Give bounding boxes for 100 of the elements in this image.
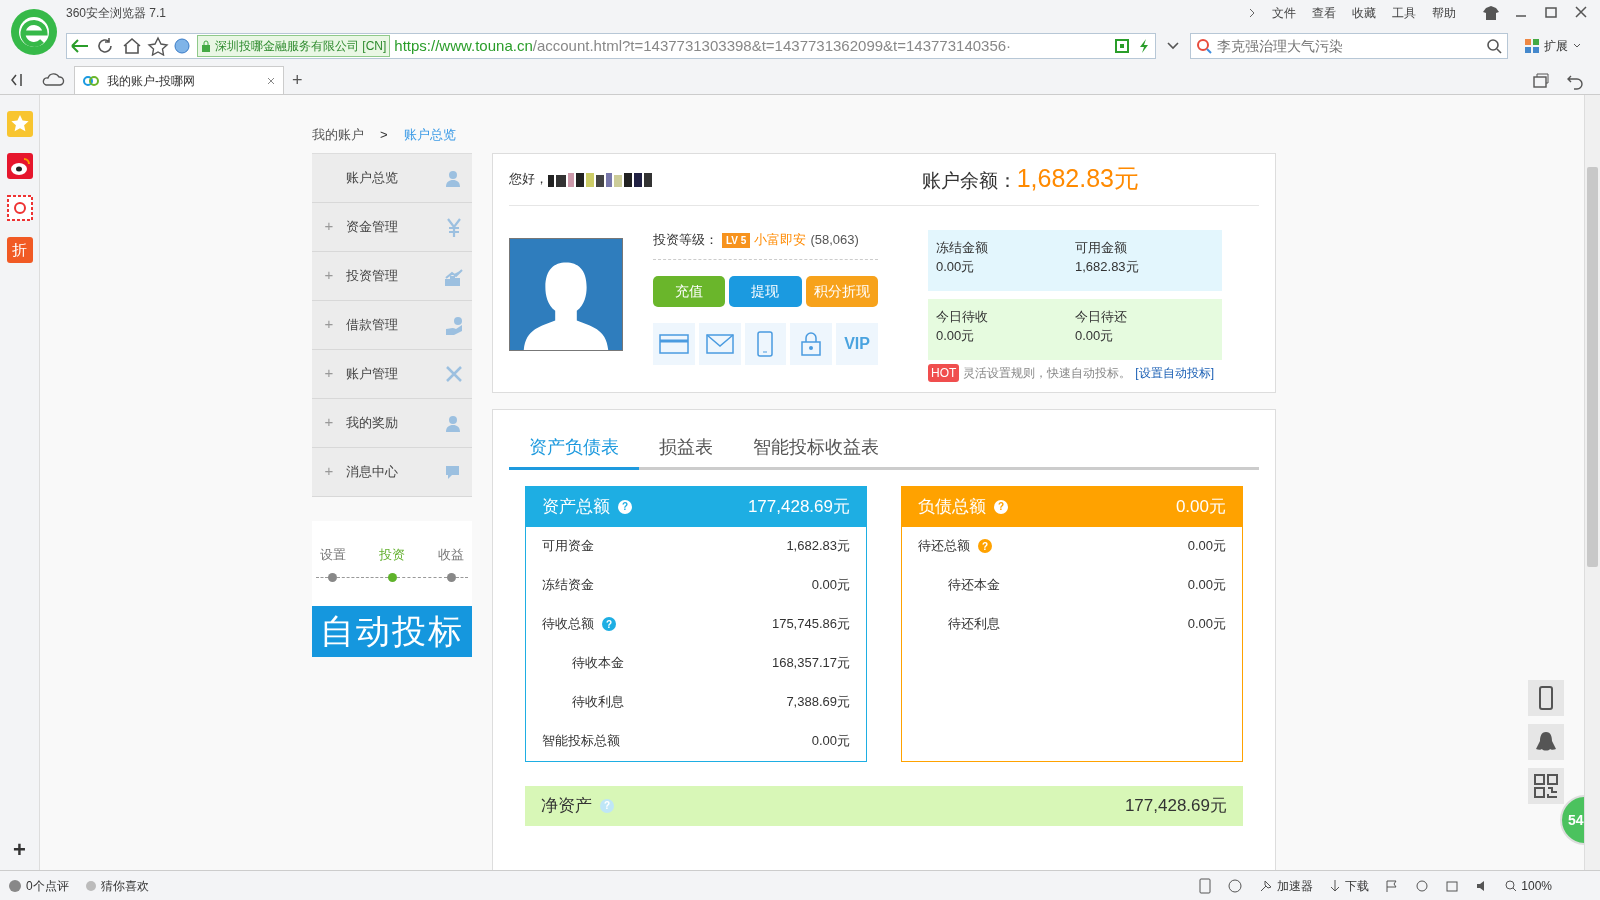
menu-item[interactable]: + 借款管理 [312, 300, 472, 350]
stat-label: 冻结金额 [936, 238, 989, 257]
pin-icon [1259, 878, 1274, 893]
qr-icon[interactable] [1115, 39, 1129, 53]
yen-icon [444, 216, 464, 237]
accelerator-button[interactable]: 加速器 [1259, 876, 1314, 895]
stat-value: 0.00元 [936, 327, 976, 345]
menu-item[interactable]: 帮助 [1432, 4, 1456, 22]
net-assets-label: 净资产 [541, 794, 592, 817]
menu-label: 资金管理 [346, 217, 398, 236]
breadcrumb-separator: > [380, 126, 388, 144]
row-value: 0.00元 [1187, 615, 1226, 634]
row-label: 可用资金 [542, 537, 594, 556]
report-tab[interactable]: 损益表 [639, 433, 733, 470]
report-tab[interactable]: 智能投标收益表 [733, 433, 899, 470]
menu-item[interactable]: 查看 [1312, 4, 1336, 22]
expand-sign: + [323, 216, 335, 237]
download-icon [1329, 878, 1342, 893]
row-label: 待收利息 [572, 693, 624, 712]
stat-label: 今日待还 [1075, 307, 1128, 326]
menu-item[interactable]: + 消息中心 [312, 447, 472, 497]
download-button[interactable]: 下载 [1329, 876, 1370, 895]
balance-label: 账户余额： [921, 169, 1017, 194]
menu-item[interactable]: 账户总览 [312, 153, 472, 203]
browser-tab[interactable]: 我的账户-投哪网 [74, 66, 284, 94]
expand-sign: + [323, 363, 335, 384]
window-icon[interactable] [1445, 878, 1460, 893]
window-icon[interactable] [1532, 72, 1550, 90]
envelope-icon[interactable] [698, 322, 741, 365]
zoom-button[interactable]: 100% [1505, 876, 1552, 895]
breadcrumb-link[interactable]: 我的账户 [312, 125, 364, 145]
hint-text: 灵活设置规则，快速自动投标。 [963, 364, 1132, 382]
search-input[interactable]: 李克强治理大气污染 [1215, 34, 1485, 58]
menu-label: 借款管理 [346, 315, 398, 334]
menu-item[interactable]: + 投资管理 [312, 251, 472, 301]
row-label: 待收总额 [542, 615, 594, 634]
extensions-button[interactable]: 扩展 [1524, 37, 1582, 55]
menu-item[interactable]: + 资金管理 [312, 202, 472, 252]
search-field[interactable]: 李克强治理大气污染 [1190, 33, 1508, 59]
star-icon[interactable] [145, 36, 171, 56]
balance-amount: 1,682.83元 [1016, 163, 1139, 195]
flag-icon[interactable] [1385, 878, 1400, 893]
row-value: 0.00元 [811, 576, 850, 595]
qr-code-icon[interactable] [1528, 768, 1564, 804]
points-text: (58,063) [810, 231, 859, 250]
menu-item[interactable]: + 账户管理 [312, 349, 472, 399]
search-icon[interactable] [1485, 37, 1503, 55]
reviews-link[interactable]: 0个点评 [26, 876, 69, 895]
browser-logo [10, 8, 58, 56]
scrollbar-thumb[interactable] [1587, 167, 1598, 567]
new-tab-button[interactable]: + [292, 70, 303, 90]
menu-item[interactable]: 文件 [1272, 4, 1296, 22]
level-label: 投资等级： [653, 231, 718, 250]
hand-coin-icon [444, 314, 464, 335]
expand-sign: + [323, 265, 335, 286]
expand-sign: + [323, 412, 335, 433]
menu-label: 消息中心 [346, 462, 398, 481]
menu-label: 投资管理 [346, 266, 398, 285]
grid-icon [1524, 38, 1540, 54]
row-value: 0.00元 [1187, 576, 1226, 595]
phone-icon[interactable] [744, 322, 787, 365]
lock-icon [201, 40, 211, 52]
card-header: 负债总额 ? 0.00元 [902, 486, 1242, 527]
menu-item[interactable]: + 我的奖励 [312, 398, 472, 448]
row-value: 7,388.69元 [786, 693, 850, 712]
step-label: 投资 [379, 545, 405, 564]
tools-icon [444, 363, 464, 384]
menu-item[interactable]: 收藏 [1352, 4, 1376, 22]
step-label: 设置 [320, 545, 346, 564]
recommend-link[interactable]: 猜你喜欢 [100, 876, 149, 895]
card-header: 资产总额 ? 177,428.69元 [526, 486, 866, 527]
circle-icon [84, 879, 97, 892]
penguin-icon[interactable] [1528, 724, 1564, 760]
lock-icon[interactable] [790, 322, 833, 365]
zoom-icon [1505, 879, 1518, 892]
lightning-icon[interactable] [1137, 38, 1151, 54]
skin-icon[interactable] [1480, 4, 1502, 22]
row-label: 待还总额 [918, 537, 970, 556]
stat-label: 可用金额 [1075, 238, 1128, 257]
menu-item[interactable]: 工具 [1392, 4, 1416, 22]
certificate-badge[interactable]: 深圳投哪金融服务有限公司 [CN] [197, 35, 391, 57]
bank-card-icon[interactable] [653, 322, 695, 365]
row-value: 0.00元 [1187, 537, 1226, 556]
chevron-icon [1248, 8, 1256, 18]
mobile-icon[interactable] [1528, 680, 1564, 716]
menu-label: 账户管理 [346, 364, 398, 383]
row-value: 1,682.83元 [786, 537, 850, 556]
url-text[interactable]: https://www.touna.cn/account.html?t=1437731303398&t=1437731362099&t=143773140356· [394, 34, 1012, 58]
window-title: 360安全浏览器 7.1 [66, 5, 167, 22]
auto-bid-link[interactable]: [设置自动投标] [1135, 363, 1214, 382]
stat-value: 0.00元 [1075, 327, 1115, 345]
stat-value: 1,682.83元 [1075, 258, 1140, 276]
net-assets-value: 177,428.69元 [1124, 794, 1227, 817]
greeting-text: 您好， [509, 170, 548, 189]
add-button[interactable]: + [13, 833, 26, 867]
weibo-icon[interactable] [6, 153, 33, 179]
hot-badge: HOT [928, 363, 960, 382]
level-badge: LV 5 [722, 232, 751, 248]
expand-sign: + [323, 314, 335, 335]
stat-value: 0.00元 [936, 258, 976, 276]
